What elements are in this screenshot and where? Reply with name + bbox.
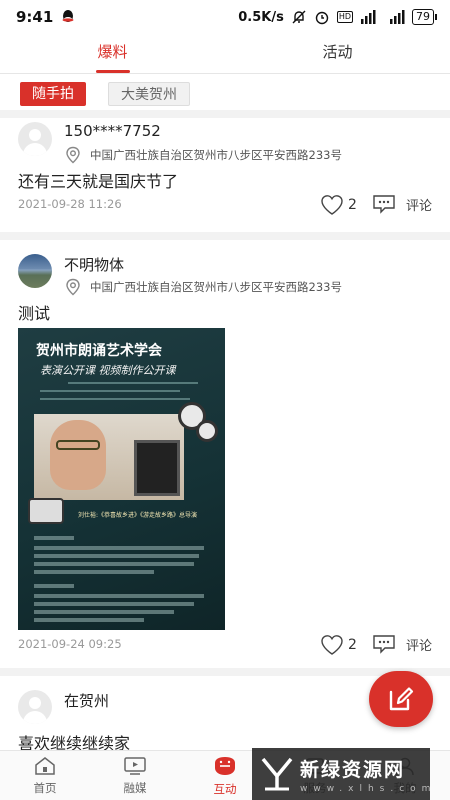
battery-indicator: 79 bbox=[412, 9, 437, 25]
post-footer: 2021-09-28 11:26 2 评论 bbox=[0, 194, 450, 216]
comment-label: 评论 bbox=[406, 638, 433, 654]
poster-text-line bbox=[34, 554, 199, 558]
nav-label: 融媒 bbox=[123, 780, 147, 795]
avatar[interactable] bbox=[18, 122, 52, 156]
location-pin-icon bbox=[66, 146, 80, 164]
status-time: 9:41 bbox=[16, 8, 54, 26]
qq-icon bbox=[62, 10, 74, 22]
post-text: 还有三天就是国庆节了 bbox=[18, 172, 179, 191]
alarm-icon bbox=[315, 11, 329, 25]
poster-text-line bbox=[34, 562, 194, 566]
divider bbox=[0, 110, 450, 118]
network-speed: 0.5K/s bbox=[238, 9, 284, 25]
nav-item-media[interactable]: 融媒 bbox=[90, 751, 180, 800]
nav-item-home[interactable]: 首页 bbox=[0, 751, 90, 800]
watermark: 新绿资源网 www.xlhs.com bbox=[252, 748, 430, 800]
heart-icon bbox=[321, 195, 343, 215]
interact-icon bbox=[215, 756, 235, 775]
comment-icon bbox=[373, 635, 395, 654]
poster-text-line bbox=[34, 546, 204, 550]
status-bar: 9:41 0.5K/s HD 79 bbox=[0, 0, 450, 34]
poster-text-line bbox=[34, 594, 204, 598]
poster-text-line bbox=[34, 610, 174, 614]
compose-fab-button[interactable] bbox=[369, 671, 433, 727]
poster-title: 贺州市朗诵艺术学会 bbox=[36, 343, 162, 359]
post-footer: 2021-09-24 09:25 2 评论 bbox=[0, 634, 450, 656]
watermark-url: www.xlhs.com bbox=[300, 783, 437, 794]
status-indicators: 0.5K/s HD 79 bbox=[238, 9, 437, 25]
nav-label: 互动 bbox=[213, 781, 237, 796]
mute-bell-icon bbox=[292, 10, 306, 24]
poster-text-line bbox=[34, 602, 194, 606]
post-username: 在贺州 bbox=[64, 692, 110, 710]
comment-label: 评论 bbox=[406, 198, 433, 214]
post-card[interactable]: 150****7752 中国广西壮族自治区贺州市八步区平安西路233号 还有三天… bbox=[0, 122, 450, 222]
edit-icon bbox=[389, 687, 414, 711]
film-strip-graphic bbox=[134, 440, 180, 496]
poster-text-line bbox=[34, 536, 74, 540]
post-card[interactable]: 不明物体 中国广西壮族自治区贺州市八步区平安西路233号 测试 贺州市朗诵艺术学… bbox=[0, 254, 450, 660]
post-username: 150****7752 bbox=[64, 122, 161, 140]
signal-icon bbox=[390, 10, 405, 24]
filter-chips: 随手拍 大美贺州 bbox=[0, 76, 450, 112]
avatar[interactable] bbox=[18, 254, 52, 288]
like-button[interactable]: 2 bbox=[320, 634, 357, 656]
watermark-title: 新绿资源网 bbox=[300, 758, 406, 781]
heart-icon bbox=[321, 635, 343, 655]
poster-subtitle: 表演公开课 视频制作公开课 bbox=[40, 364, 176, 377]
poster-text-line bbox=[40, 390, 180, 392]
signal-icon bbox=[361, 10, 376, 24]
tab-huodong[interactable]: 活动 bbox=[225, 34, 450, 73]
poster-text-line bbox=[68, 382, 198, 384]
poster-text-line bbox=[40, 398, 190, 400]
like-count: 2 bbox=[348, 637, 357, 653]
post-username: 不明物体 bbox=[64, 256, 125, 274]
post-image[interactable]: 贺州市朗诵艺术学会 表演公开课 视频制作公开课 刘仕裕:《恭喜故乡进》《游走故乡… bbox=[18, 328, 225, 630]
post-text: 测试 bbox=[18, 304, 51, 323]
poster-portrait bbox=[50, 420, 106, 490]
film-reel-graphic bbox=[196, 420, 218, 442]
watermark-logo-icon bbox=[261, 757, 293, 791]
poster-text-line bbox=[34, 584, 74, 588]
comment-button[interactable]: 评论 bbox=[372, 194, 432, 214]
tv-icon bbox=[124, 756, 146, 775]
location-text: 中国广西壮族自治区贺州市八步区平安西路233号 bbox=[90, 148, 342, 162]
comment-button[interactable]: 评论 bbox=[372, 634, 432, 654]
filter-chip-dameihezhou[interactable]: 大美贺州 bbox=[108, 82, 190, 106]
like-count: 2 bbox=[348, 197, 357, 213]
poster-caption: 刘仕裕:《恭喜故乡进》《游走故乡路》总导演 bbox=[78, 512, 198, 519]
poster-text-line bbox=[34, 618, 144, 622]
post-date: 2021-09-28 11:26 bbox=[18, 197, 122, 211]
poster-glasses bbox=[56, 440, 100, 450]
poster-text-line bbox=[34, 570, 154, 574]
filter-chip-suishoupai[interactable]: 随手拍 bbox=[20, 82, 86, 106]
post-date: 2021-09-24 09:25 bbox=[18, 637, 122, 651]
nav-label: 首页 bbox=[33, 780, 57, 795]
top-tab-bar: 爆料 活动 bbox=[0, 34, 450, 74]
divider bbox=[0, 232, 450, 240]
post-location: 中国广西壮族自治区贺州市八步区平安西路233号 bbox=[64, 146, 342, 164]
avatar[interactable] bbox=[18, 690, 52, 724]
location-pin-icon bbox=[66, 278, 80, 296]
comment-icon bbox=[373, 195, 395, 214]
tab-baoliao[interactable]: 爆料 bbox=[0, 34, 225, 73]
hd-badge: HD bbox=[336, 11, 353, 23]
home-icon bbox=[35, 756, 55, 775]
camera-graphic bbox=[28, 498, 64, 524]
post-location: 中国广西壮族自治区贺州市八步区平安西路233号 bbox=[64, 278, 342, 296]
location-text: 中国广西壮族自治区贺州市八步区平安西路233号 bbox=[90, 280, 342, 294]
like-button[interactable]: 2 bbox=[320, 194, 357, 216]
